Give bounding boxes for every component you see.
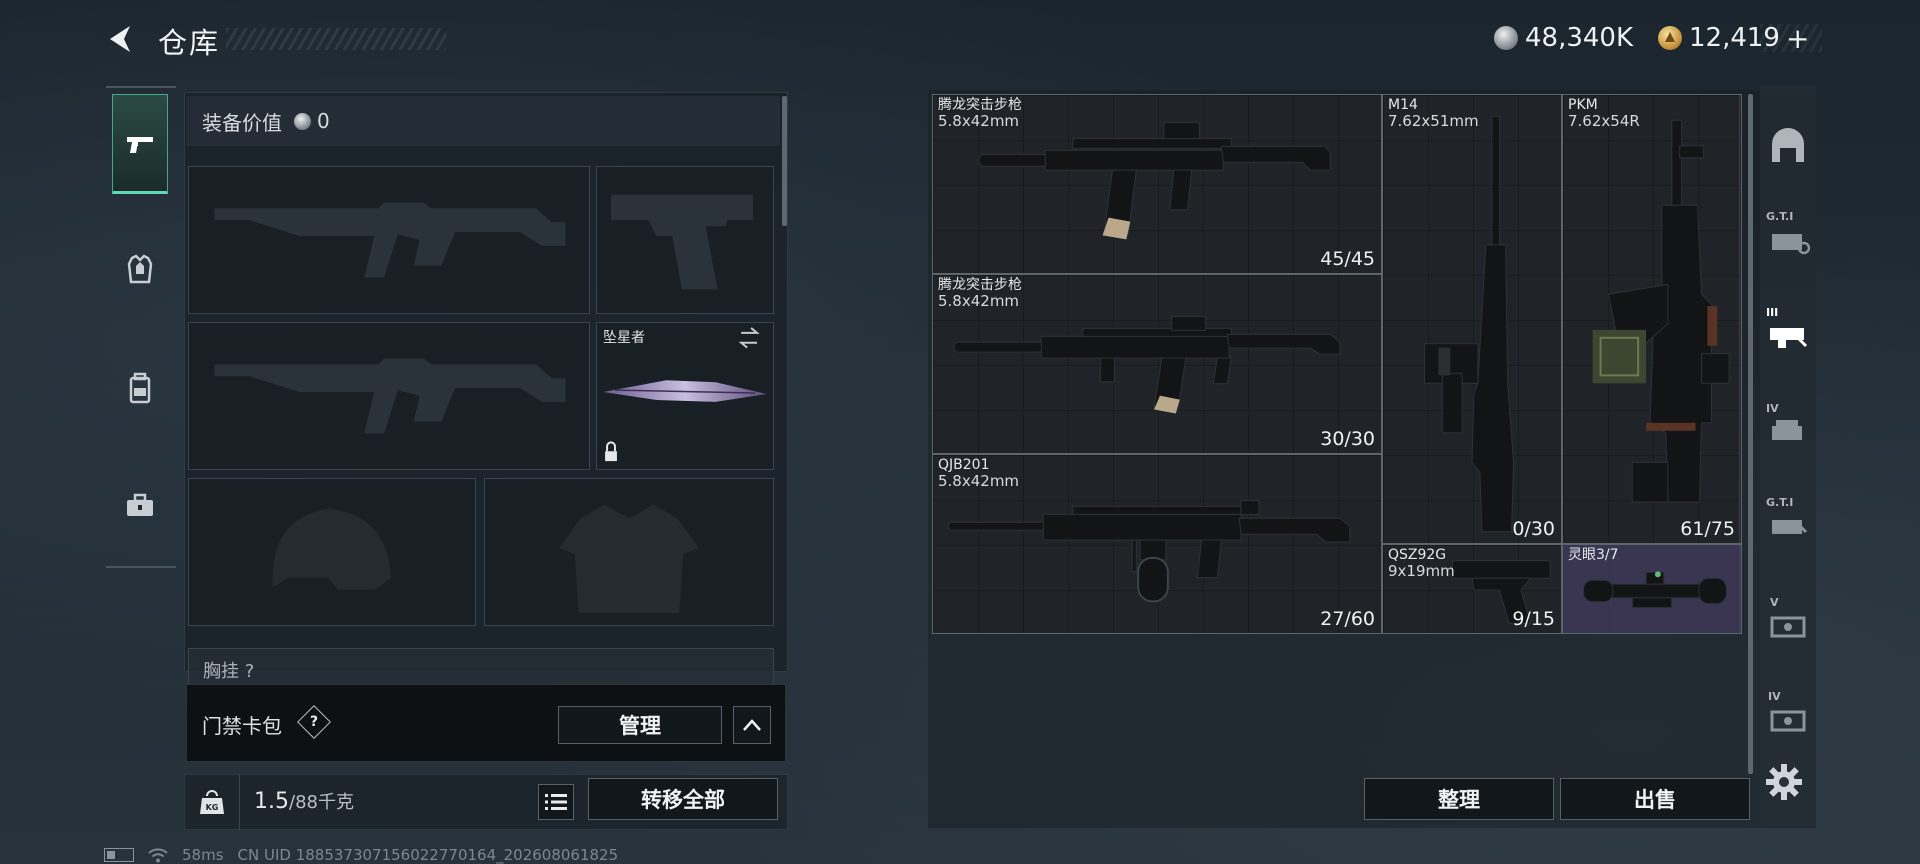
gear-icon[interactable]: [1762, 760, 1806, 804]
equipment-value-header: 装备价值 0: [186, 96, 780, 146]
armor-vest-icon: [127, 254, 153, 284]
wifi-icon: [148, 848, 168, 863]
rail-tab-level-3[interactable]: III: [1760, 298, 1816, 362]
item-caliber: 5.8x42mm: [938, 112, 1020, 130]
rifle-silhouette-icon: [214, 202, 566, 278]
page-title: 仓库: [158, 26, 221, 60]
equipment-value: 0: [317, 109, 330, 133]
rail-label: G.T.I: [1766, 496, 1794, 509]
stash-item-scope[interactable]: 灵眼3/7: [1562, 544, 1742, 634]
battle-rifle-icon: [1424, 115, 1515, 533]
primary-weapon-slot-1[interactable]: [188, 166, 590, 314]
machine-gun-icon: [1592, 119, 1730, 503]
item-name: 灵眼3/7: [1568, 547, 1619, 563]
manage-button[interactable]: 管理: [558, 706, 722, 744]
rail-label: IV: [1766, 402, 1779, 415]
category-divider: [106, 566, 176, 568]
stash-item-pkm[interactable]: PKM 7.62x54R 61/75: [1562, 94, 1742, 544]
pistol-slot[interactable]: [596, 166, 774, 314]
rail-label: IV: [1768, 690, 1781, 703]
item-ammo-count: 9/15: [1512, 608, 1555, 630]
rail-tab-gti-2[interactable]: G.T.I: [1760, 488, 1816, 552]
stash-scrollbar[interactable]: [1748, 94, 1753, 774]
item-ammo-count: 0/30: [1512, 518, 1555, 540]
weight-capacity: /88千克: [289, 792, 354, 813]
helmet-slot[interactable]: [188, 478, 476, 626]
svg-text:KG: KG: [205, 803, 218, 812]
item-caliber: 7.62x51mm: [1388, 112, 1479, 130]
tab-weapons[interactable]: [112, 94, 168, 194]
helmet-silhouette-icon: [272, 508, 392, 590]
list-icon: [545, 794, 567, 810]
rail-label: III: [1766, 306, 1779, 319]
item-caliber: 7.62x54R: [1568, 112, 1640, 130]
item-ammo-count: 30/30: [1320, 428, 1375, 450]
body-armor-slot[interactable]: [484, 478, 774, 626]
sell-button[interactable]: 出售: [1560, 778, 1750, 820]
sort-button[interactable]: 整理: [1364, 778, 1554, 820]
primary-weapon-slot-2[interactable]: [188, 322, 590, 470]
tab-armor[interactable]: [112, 220, 168, 320]
weight-readout: 1.5/88千克: [254, 788, 354, 814]
item-caliber: 9x19mm: [1388, 562, 1455, 580]
category-divider: [106, 86, 176, 88]
item-ammo-count: 27/60: [1320, 608, 1375, 630]
chevron-up-icon: [743, 719, 761, 731]
silver-currency-value: 48,340K: [1525, 23, 1634, 53]
title-decoration: [226, 28, 446, 50]
rail-tab-level-4b[interactable]: IV: [1760, 682, 1816, 746]
rail-label: G.T.I: [1766, 210, 1794, 223]
stash-item-tenglong-rifle-1[interactable]: 腾龙突击步枪 5.8x42mm 45/45: [932, 94, 1382, 274]
rifle-silhouette-icon: [214, 358, 566, 434]
keycard-label: 门禁卡包: [202, 714, 282, 738]
item-caliber: 5.8x42mm: [938, 472, 1020, 490]
stash-item-m14[interactable]: M14 7.62x51mm 0/30: [1382, 94, 1562, 544]
helmet-category-icon: [1772, 128, 1804, 162]
gold-coin-icon: [1658, 26, 1682, 50]
status-line: 58ms CN UID 18853730715602277016​4_20260…: [104, 846, 618, 864]
item-ammo-count: 45/45: [1320, 248, 1375, 270]
stash-item-tenglong-rifle-2[interactable]: 腾龙突击步枪 5.8x42mm 30/30: [932, 274, 1382, 454]
equipment-scrollbar[interactable]: [782, 96, 787, 226]
back-arrow-icon[interactable]: [104, 22, 138, 56]
silver-coin-icon: [294, 112, 311, 130]
rail-tab-level-4[interactable]: IV: [1760, 394, 1816, 458]
rail-tab-gti-1[interactable]: G.T.I: [1760, 204, 1816, 268]
armor-silhouette-icon: [558, 504, 700, 614]
stash-item-qsz92g[interactable]: QSZ92G 9x19mm 9/15: [1382, 544, 1562, 634]
silver-coin-icon: [1494, 26, 1518, 50]
item-caliber: 5.8x42mm: [938, 292, 1020, 310]
uid-text: CN UID 18853730715602277016​4_2026080618…: [237, 846, 619, 864]
rail-label: V: [1770, 596, 1779, 609]
list-view-button[interactable]: [538, 784, 574, 820]
pistol-silhouette-icon: [611, 194, 754, 290]
equipment-value-label: 装备价值: [202, 110, 282, 135]
ping-value: 58ms: [182, 846, 224, 864]
collapse-button[interactable]: [733, 706, 771, 744]
currency-decoration: [1760, 24, 1822, 52]
weight-current: 1.5: [254, 789, 289, 814]
rail-tab-level-5[interactable]: V: [1760, 588, 1816, 652]
melee-slot[interactable]: 坠星者: [596, 322, 774, 470]
stash-item-qjb201[interactable]: QJB201 5.8x42mm 27/60: [932, 454, 1382, 634]
chest-rig-slot[interactable]: 胸挂 ?: [188, 648, 774, 688]
tab-backpack[interactable]: [112, 338, 168, 438]
help-icon: ?: [309, 714, 319, 730]
backpack-icon: [129, 372, 151, 404]
battery-icon: [104, 848, 134, 862]
item-ammo-count: 61/75: [1680, 518, 1735, 540]
silver-currency: 48,340K: [1494, 22, 1633, 54]
knife-icon: [603, 327, 767, 462]
rail-tab-all[interactable]: [1760, 114, 1816, 178]
tab-toolbox[interactable]: [112, 456, 168, 556]
toolbox-icon: [127, 493, 153, 516]
pistol-icon: [127, 137, 153, 153]
weight-icon-box: KG: [184, 774, 240, 830]
transfer-all-button[interactable]: 转移全部: [588, 778, 778, 820]
weight-kg-icon: KG: [199, 790, 224, 814]
